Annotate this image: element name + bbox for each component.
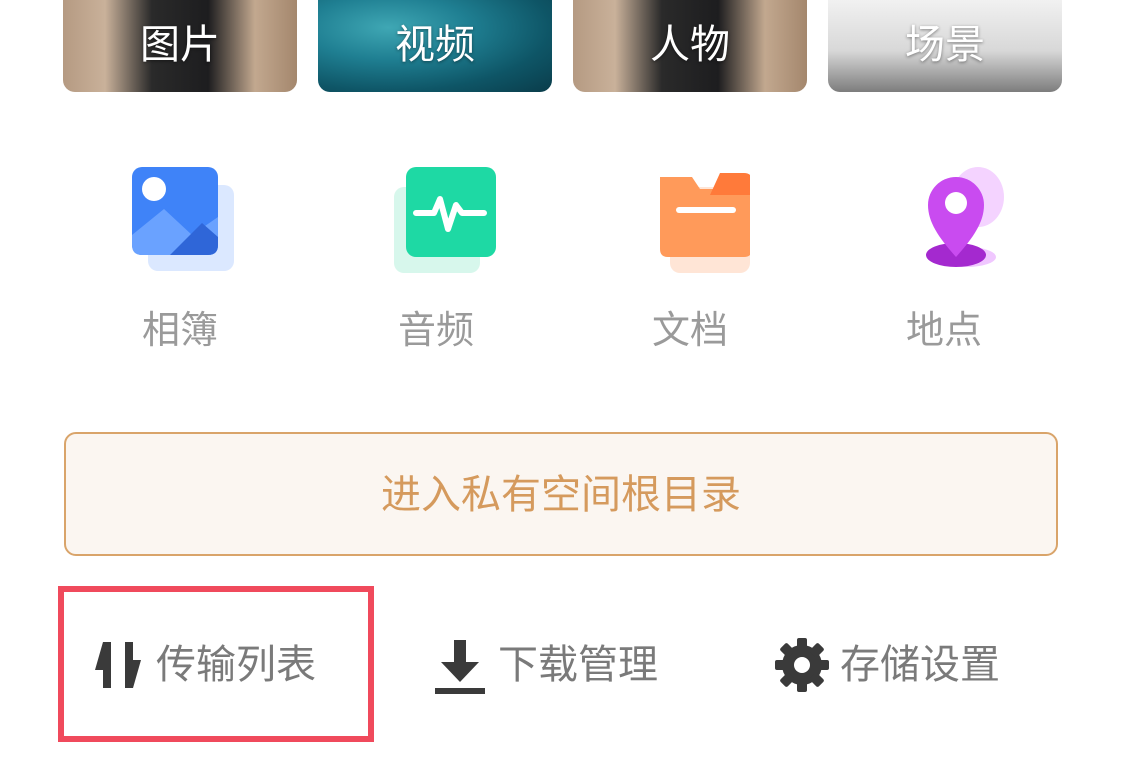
category-documents[interactable]: 文档 bbox=[620, 165, 760, 365]
download-manager-label: 下载管理 bbox=[498, 642, 658, 688]
tile-label: 视频 bbox=[395, 22, 475, 68]
tile-label: 人物 bbox=[650, 22, 730, 68]
media-tile-scenes[interactable]: 场景 bbox=[828, 0, 1062, 92]
category-audio[interactable]: 音频 bbox=[366, 165, 506, 365]
category-label: 相簿 bbox=[141, 308, 218, 352]
category-label: 文档 bbox=[651, 308, 728, 352]
download-manager-button[interactable]: 下载管理 bbox=[430, 630, 658, 700]
category-locations[interactable]: 地点 bbox=[874, 165, 1014, 365]
category-album[interactable]: 相簿 bbox=[110, 165, 250, 365]
media-tile-people[interactable]: 人物 bbox=[573, 0, 807, 92]
highlight-box bbox=[58, 586, 374, 742]
storage-settings-button[interactable]: 存储设置 bbox=[772, 630, 1000, 700]
gear-icon bbox=[772, 635, 832, 695]
media-tile-pictures[interactable]: 图片 bbox=[63, 0, 297, 92]
tile-label: 场景 bbox=[905, 22, 985, 68]
photo-album-icon bbox=[132, 167, 234, 271]
audio-wave-icon bbox=[394, 167, 496, 273]
download-icon bbox=[430, 635, 490, 695]
enter-private-root-button[interactable]: 进入私有空间根目录 bbox=[64, 432, 1058, 556]
enter-private-root-label: 进入私有空间根目录 bbox=[381, 472, 741, 518]
storage-settings-label: 存储设置 bbox=[840, 642, 1000, 688]
category-label: 音频 bbox=[397, 308, 474, 352]
category-label: 地点 bbox=[905, 308, 982, 352]
folder-icon bbox=[660, 173, 750, 273]
tile-label: 图片 bbox=[140, 22, 220, 68]
location-pin-icon bbox=[926, 167, 1004, 267]
media-tile-videos[interactable]: 视频 bbox=[318, 0, 552, 92]
